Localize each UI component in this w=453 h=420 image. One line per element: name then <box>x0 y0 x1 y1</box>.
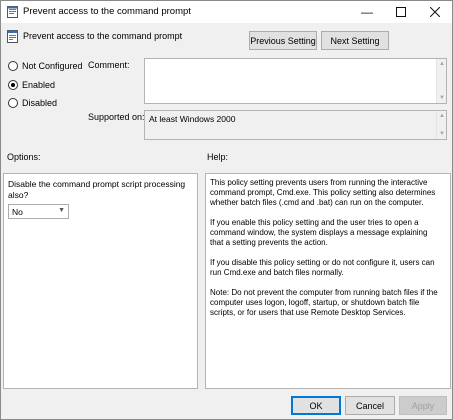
previous-setting-button[interactable]: Previous Setting <box>249 31 317 50</box>
options-label: Options: <box>7 152 41 162</box>
policy-dialog: Prevent access to the command prompt — P… <box>0 0 453 420</box>
help-paragraph: Note: Do not prevent the computer from r… <box>210 288 438 317</box>
radio-label: Not Configured <box>22 61 83 71</box>
policy-setting-icon <box>7 30 18 43</box>
option-dropdown[interactable]: No ▼ <box>8 204 69 219</box>
scroll-down-icon[interactable]: ▼ <box>437 93 447 103</box>
ok-button[interactable]: OK <box>291 396 341 415</box>
help-paragraph: If you disable this policy setting or do… <box>210 258 435 277</box>
comment-label: Comment: <box>88 60 130 70</box>
supported-on-field: At least Windows 2000 ▲ ▼ <box>144 110 447 140</box>
option-dropdown-value: No <box>12 207 23 217</box>
supported-on-label: Supported on: <box>88 112 145 122</box>
help-paragraph: If you enable this policy setting and th… <box>210 218 428 247</box>
help-panel: This policy setting prevents users from … <box>205 173 451 389</box>
help-label: Help: <box>207 152 229 162</box>
title-bar[interactable]: Prevent access to the command prompt — <box>1 1 452 23</box>
minimize-icon[interactable]: — <box>350 1 384 23</box>
setting-title: Prevent access to the command prompt <box>23 31 183 41</box>
options-panel: Disable the command prompt script proces… <box>3 173 198 389</box>
comment-scrollbar[interactable]: ▲ ▼ <box>436 59 446 103</box>
cancel-button[interactable]: Cancel <box>345 396 395 415</box>
next-setting-button[interactable]: Next Setting <box>321 31 389 50</box>
comment-input[interactable]: ▲ ▼ <box>144 58 447 104</box>
radio-label: Enabled <box>22 80 56 90</box>
policy-icon <box>7 6 18 18</box>
help-paragraph: This policy setting prevents users from … <box>210 178 436 207</box>
radio-disabled[interactable]: Disabled <box>8 98 57 108</box>
radio-enabled[interactable]: Enabled <box>8 80 55 90</box>
option-question: Disable the command prompt script proces… <box>8 179 186 200</box>
help-text: This policy setting prevents users from … <box>210 178 440 328</box>
radio-button[interactable] <box>8 98 18 108</box>
radio-not-configured[interactable]: Not Configured <box>8 61 83 71</box>
window-title: Prevent access to the command prompt <box>23 6 191 17</box>
supported-scrollbar[interactable]: ▲ ▼ <box>436 111 446 139</box>
scroll-up-icon[interactable]: ▲ <box>437 111 447 121</box>
apply-button[interactable]: Apply <box>399 396 447 415</box>
close-icon[interactable] <box>418 1 452 23</box>
chevron-down-icon: ▼ <box>58 207 65 214</box>
scroll-down-icon[interactable]: ▼ <box>437 129 447 139</box>
supported-on-value: At least Windows 2000 <box>149 114 236 124</box>
radio-button-checked[interactable] <box>8 80 18 90</box>
radio-button[interactable] <box>8 61 18 71</box>
scroll-up-icon[interactable]: ▲ <box>437 59 447 69</box>
maximize-icon[interactable] <box>384 1 418 23</box>
radio-label: Disabled <box>22 98 58 108</box>
